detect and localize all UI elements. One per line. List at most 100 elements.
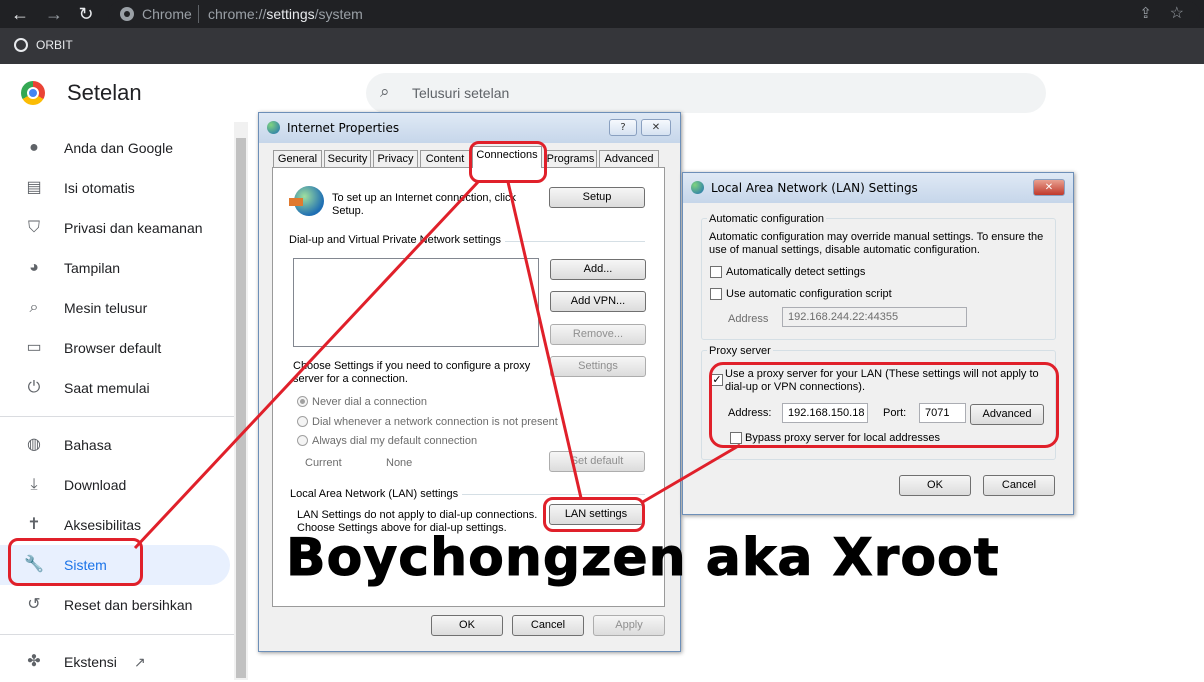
set-default-button[interactable]: Set default xyxy=(549,451,645,472)
sidebar-item-label: Bahasa xyxy=(64,437,112,453)
current-label: Current xyxy=(305,457,342,469)
star-icon[interactable]: ☆ xyxy=(1170,3,1184,23)
scrollbar[interactable] xyxy=(234,122,248,680)
browser-icon: ▭ xyxy=(26,339,42,356)
help-button[interactable]: ? xyxy=(609,119,637,136)
external-link-icon: ↗ xyxy=(134,653,146,670)
ok-button[interactable]: OK xyxy=(431,615,503,636)
search-icon: ⌕ xyxy=(380,82,390,101)
forward-arrow-icon[interactable]: → xyxy=(44,4,64,24)
auto-script-checkbox[interactable] xyxy=(710,288,722,300)
sidebar-item-label: Aksesibilitas xyxy=(64,517,142,533)
tab-advanced[interactable]: Advanced xyxy=(599,150,659,168)
share-icon[interactable]: ⇪ xyxy=(1139,4,1152,22)
add-button[interactable]: Add... xyxy=(550,259,646,280)
current-value: None xyxy=(386,457,413,469)
tab-content[interactable]: Content xyxy=(420,150,470,168)
script-address-field[interactable]: 192.168.244.22:44355 xyxy=(782,307,967,327)
settings-search[interactable]: ⌕ Telusuri setelan xyxy=(366,73,1046,113)
sidebar-divider xyxy=(0,416,234,417)
radio-dial-whenever[interactable] xyxy=(297,416,308,427)
sidebar-item-mesin-telusur[interactable]: ⌕ Mesin telusur xyxy=(0,288,230,328)
radio-never-dial[interactable] xyxy=(297,396,308,407)
accessibility-icon: ✝ xyxy=(27,516,41,533)
clipboard-icon: ▤ xyxy=(26,179,42,196)
tab-general[interactable]: General xyxy=(273,150,322,168)
group-line xyxy=(462,494,645,495)
cancel-button[interactable]: Cancel xyxy=(983,475,1055,496)
add-vpn-button[interactable]: Add VPN... xyxy=(550,291,646,312)
group-line xyxy=(505,241,645,242)
sidebar-item-isi-otomatis[interactable]: ▤ Isi otomatis xyxy=(0,168,230,208)
connect-arrow-icon xyxy=(289,198,303,206)
tab-privacy[interactable]: Privacy xyxy=(373,150,418,168)
dialog-title: Local Area Network (LAN) Settings xyxy=(711,181,918,195)
apply-button[interactable]: Apply xyxy=(593,615,665,636)
setup-button[interactable]: Setup xyxy=(549,187,645,208)
sidebar-divider xyxy=(0,634,234,635)
sidebar-item-label: Download xyxy=(64,477,127,493)
proxy-heading: Proxy server xyxy=(707,345,773,358)
sidebar-item-download[interactable]: ⤓ Download xyxy=(0,465,230,505)
radio-always-dial[interactable] xyxy=(297,435,308,446)
palette-icon: ◕ xyxy=(29,259,39,276)
address-bar[interactable]: Chrome chrome://settings/system ⇪ ☆ xyxy=(108,1,1200,27)
url-host: settings xyxy=(266,6,315,22)
sidebar-item-ekstensi[interactable]: ✤ Ekstensi ↗ xyxy=(0,642,230,682)
sidebar-item-browser-default[interactable]: ▭ Browser default xyxy=(0,328,230,368)
lan-heading: Local Area Network (LAN) settings xyxy=(290,488,459,500)
person-icon: ● xyxy=(29,139,39,156)
ok-button[interactable]: OK xyxy=(899,475,971,496)
sidebar-item-label: Saat memulai xyxy=(64,380,150,396)
sidebar-item-privasi[interactable]: ⛉ Privasi dan keamanan xyxy=(0,208,230,248)
proxy-hint-text: Choose Settings if you need to configure… xyxy=(293,360,531,385)
sidebar-item-label: Anda dan Google xyxy=(64,140,173,156)
connections-listbox[interactable] xyxy=(293,258,539,347)
sidebar-item-tampilan[interactable]: ◕ Tampilan xyxy=(0,248,230,288)
auto-config-heading: Automatic configuration xyxy=(707,213,826,226)
settings-button[interactable]: Settings xyxy=(550,356,646,377)
browser-toolbar: ← → ↻ Chrome chrome://settings/system ⇪ … xyxy=(0,0,1204,28)
sidebar-item-label: Reset dan bersihkan xyxy=(64,597,193,613)
close-button[interactable]: ✕ xyxy=(1033,179,1065,196)
scrollbar-thumb[interactable] xyxy=(236,138,246,678)
sidebar-item-saat-memulai[interactable]: ⏻ Saat memulai xyxy=(0,368,230,408)
back-arrow-icon[interactable]: ← xyxy=(10,4,30,24)
reload-icon[interactable]: ↻ xyxy=(76,4,96,24)
cancel-button[interactable]: Cancel xyxy=(512,615,584,636)
sidebar-item-label: Mesin telusur xyxy=(64,300,148,316)
sidebar-item-label: Tampilan xyxy=(64,260,121,276)
radio-label: Never dial a connection xyxy=(312,396,427,408)
close-button[interactable]: ✕ xyxy=(641,119,671,136)
power-icon: ⏻ xyxy=(27,379,41,396)
ie-globe-icon xyxy=(691,181,704,194)
url-path: /system xyxy=(314,6,363,22)
sidebar-item-label: Privasi dan keamanan xyxy=(64,220,203,236)
highlight-connections-tab xyxy=(469,141,547,183)
globe-icon: ◍ xyxy=(27,436,41,453)
url-text: chrome://settings/system xyxy=(208,6,363,22)
sidebar-item-anda-dan-google[interactable]: ● Anda dan Google xyxy=(0,128,230,168)
puzzle-icon: ✤ xyxy=(27,653,41,670)
watermark-text: Boychongzen aka Xroot xyxy=(286,528,1000,589)
remove-button[interactable]: Remove... xyxy=(550,324,646,345)
tab-programs[interactable]: Programs xyxy=(544,150,597,168)
radio-label: Always dial my default connection xyxy=(312,435,478,447)
globe-icon xyxy=(14,38,28,52)
sidebar-item-label: Browser default xyxy=(64,340,162,356)
sidebar-item-label: Isi otomatis xyxy=(64,180,135,196)
radio-label: Dial whenever a network connection is no… xyxy=(312,416,558,428)
search-placeholder: Telusuri setelan xyxy=(412,85,510,101)
auto-detect-checkbox[interactable] xyxy=(710,266,722,278)
tab-security[interactable]: Security xyxy=(324,150,371,168)
bookmark-item[interactable]: ORBIT xyxy=(14,38,73,52)
shield-icon: ⛉ xyxy=(27,219,40,236)
highlight-proxy-settings xyxy=(709,362,1059,448)
setup-text: To set up an Internet connection, click … xyxy=(332,192,517,217)
site-label: Chrome xyxy=(142,6,192,22)
sidebar-item-bahasa[interactable]: ◍ Bahasa xyxy=(0,425,230,465)
highlight-lan-settings xyxy=(543,497,645,532)
bookmarks-bar xyxy=(0,28,1204,64)
sidebar-item-reset[interactable]: ↺ Reset dan bersihkan xyxy=(0,585,230,625)
dialup-heading: Dial-up and Virtual Private Network sett… xyxy=(289,234,501,246)
